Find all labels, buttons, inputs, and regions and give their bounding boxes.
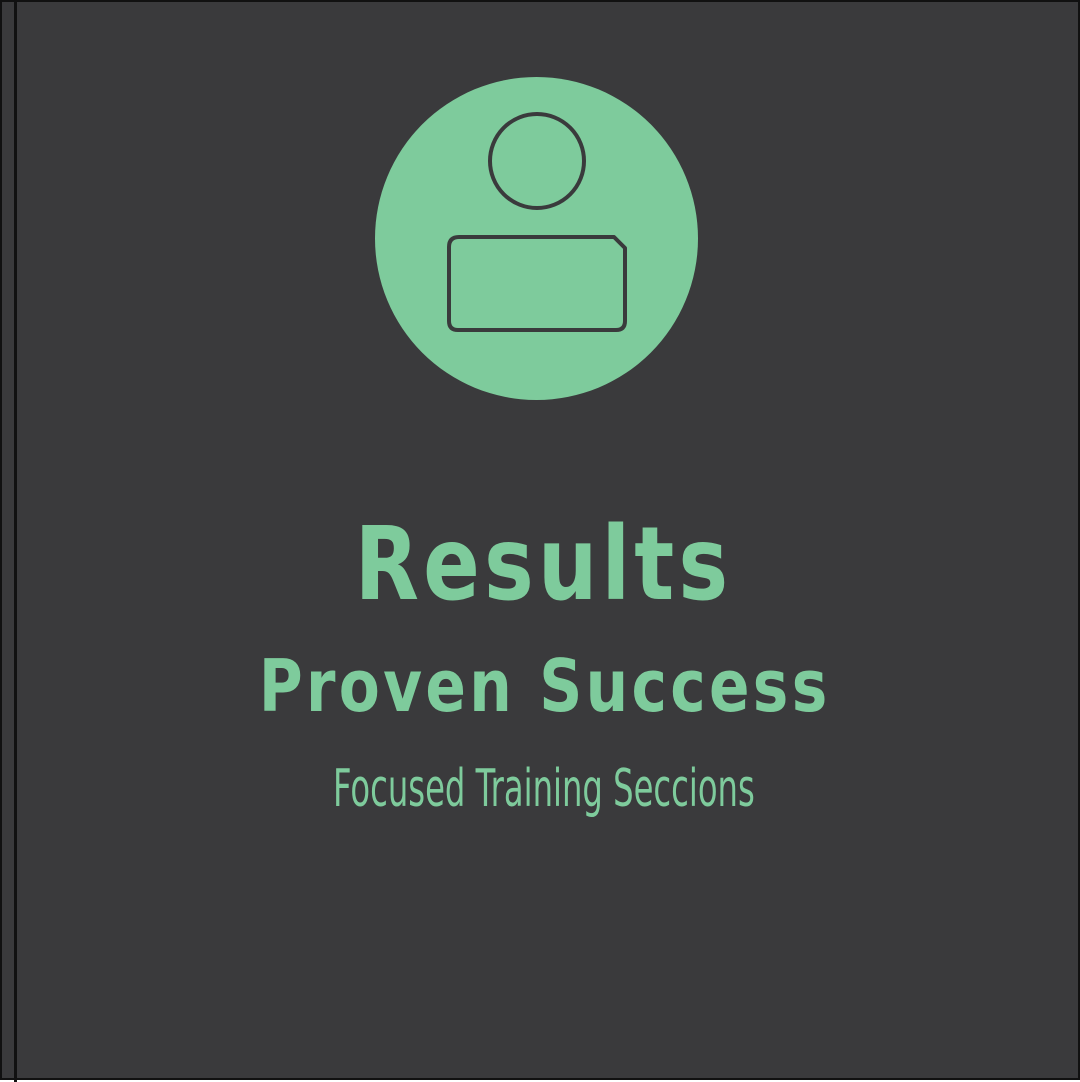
- card-panel: Results Proven Success Focused Training …: [0, 0, 1080, 1082]
- subtitle: Proven Success: [258, 644, 831, 728]
- avatar: [375, 77, 698, 400]
- page-title: Results: [354, 505, 733, 624]
- user-icon: [375, 77, 698, 400]
- divider-line: [14, 2, 17, 1082]
- tagline: Focused Training Seccions: [333, 759, 755, 819]
